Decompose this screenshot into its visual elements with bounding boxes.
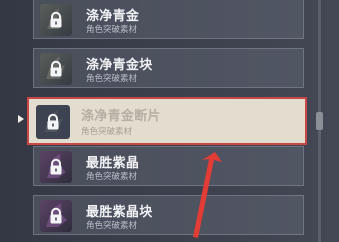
selection-marker-icon — [18, 115, 24, 123]
material-subtitle: 角色突破素材 — [86, 221, 138, 231]
material-thumbnail — [40, 53, 72, 85]
material-thumbnail — [40, 151, 72, 183]
material-thumbnail — [40, 4, 72, 36]
material-subtitle: 角色突破素材 — [86, 25, 138, 35]
scrollbar-thumb[interactable] — [316, 112, 323, 130]
material-list-item-selected[interactable]: 涤净青金断片 角色突破素材 — [27, 97, 307, 145]
material-name: 涤净青金断片 — [81, 109, 161, 124]
lock-icon — [50, 11, 62, 28]
material-list-item[interactable]: 涤净青金 角色突破素材 — [33, 0, 304, 39]
material-subtitle: 角色突破素材 — [86, 172, 138, 182]
material-thumbnail — [36, 105, 70, 139]
material-name: 最胜紫晶 — [86, 156, 140, 171]
material-list-item[interactable]: 最胜紫晶 角色突破素材 — [33, 146, 304, 186]
lock-icon — [47, 113, 59, 130]
material-list-item[interactable]: 最胜紫晶块 角色突破素材 — [33, 195, 304, 235]
material-subtitle: 角色突破素材 — [81, 127, 133, 137]
material-thumbnail — [40, 200, 72, 232]
lock-icon — [50, 207, 62, 224]
lock-icon — [50, 60, 62, 77]
material-list: 涤净青金 角色突破素材 涤净青金块 角色突破素材 涤净青金断片 角色突破素材 最… — [0, 0, 339, 242]
material-name: 最胜紫晶块 — [86, 205, 153, 220]
lock-icon — [50, 158, 62, 175]
material-list-item[interactable]: 涤净青金块 角色突破素材 — [33, 48, 304, 88]
material-name: 涤净青金块 — [86, 58, 153, 73]
material-subtitle: 角色突破素材 — [86, 74, 138, 84]
material-name: 涤净青金 — [86, 9, 140, 24]
